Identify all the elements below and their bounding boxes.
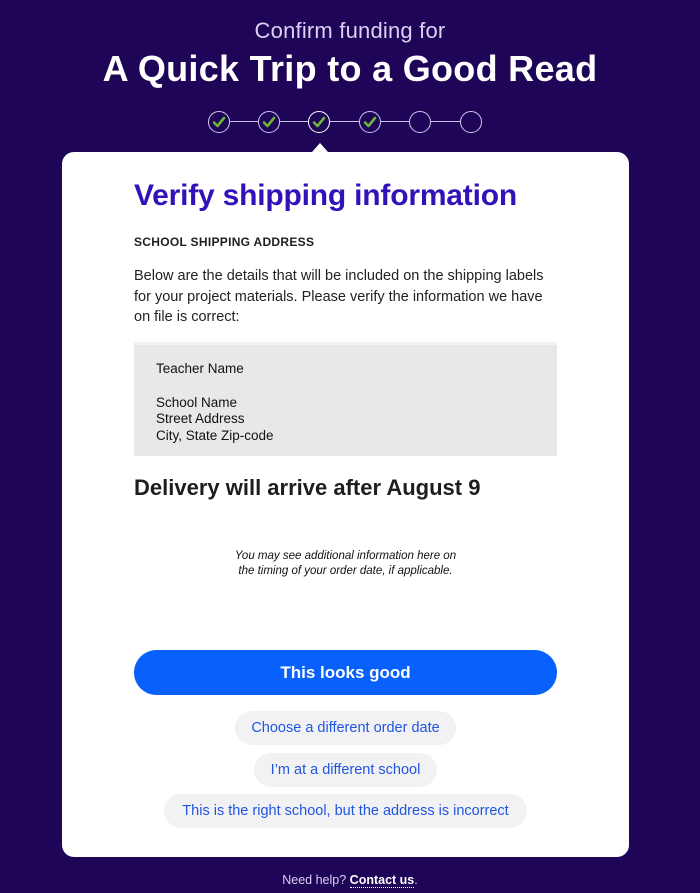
- shipping-description: Below are the details that will be inclu…: [134, 268, 544, 325]
- confirm-button[interactable]: This looks good: [134, 650, 557, 695]
- help-text: Need help?: [282, 873, 347, 887]
- different-school-button[interactable]: I’m at a different school: [254, 753, 437, 787]
- step-2-complete: [258, 111, 280, 133]
- stepper-connector: [280, 121, 308, 122]
- school-name: School Name: [156, 394, 238, 410]
- step-1-complete: [208, 111, 230, 133]
- step-6-pending: [460, 111, 482, 133]
- card-pointer: [312, 143, 328, 152]
- teacher-name: Teacher Name: [156, 361, 244, 376]
- card-heading: Verify shipping information: [134, 179, 517, 212]
- contact-us-link[interactable]: Contact us: [349, 873, 415, 888]
- note-line: You may see additional information here …: [234, 550, 457, 562]
- stepper-connector: [381, 121, 409, 122]
- city-state-zip: City, State Zip-code: [156, 427, 274, 443]
- page: Confirm funding for A Quick Trip to a Go…: [0, 0, 700, 893]
- check-icon: [312, 116, 326, 128]
- page-subtitle: Confirm funding for: [254, 18, 446, 43]
- help-footer: Need help? Contact us.: [0, 873, 700, 888]
- check-icon: [212, 116, 226, 128]
- progress-stepper: [208, 111, 483, 133]
- check-icon: [262, 116, 276, 128]
- street-address: Street Address: [156, 411, 245, 426]
- check-icon: [363, 116, 377, 128]
- note-line: the timing of your order date, if applic…: [238, 564, 453, 577]
- shipping-card: Verify shipping information SCHOOL SHIPP…: [62, 152, 629, 857]
- step-4-complete: [359, 111, 381, 133]
- choose-different-date-button[interactable]: Choose a different order date: [235, 711, 456, 745]
- step-3-current: [308, 111, 330, 133]
- address-incorrect-button[interactable]: This is the right school, but the addres…: [164, 794, 527, 828]
- section-label: SCHOOL SHIPPING ADDRESS: [134, 235, 315, 249]
- project-title: A Quick Trip to a Good Read: [102, 48, 598, 89]
- stepper-connector: [330, 121, 359, 122]
- address-box: Teacher Name School Name Street Address …: [134, 342, 557, 456]
- delivery-date: Delivery will arrive after August 9: [134, 475, 481, 500]
- step-5-pending: [409, 111, 431, 133]
- stepper-connector: [230, 121, 258, 122]
- stepper-connector: [431, 121, 460, 122]
- order-date-note: You may see additional information here …: [134, 549, 557, 578]
- footer-period: .: [414, 873, 418, 887]
